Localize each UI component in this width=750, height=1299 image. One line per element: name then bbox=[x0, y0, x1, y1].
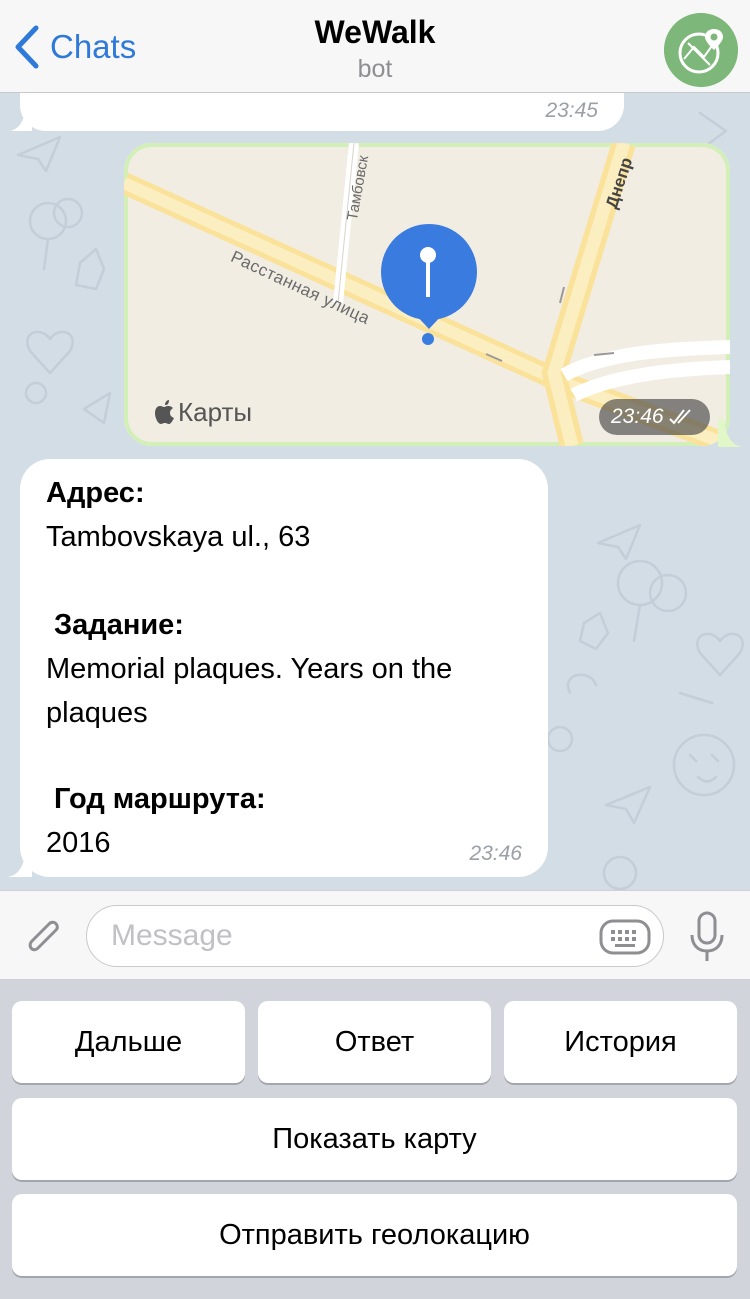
maps-attribution: Карты bbox=[154, 397, 252, 428]
year-label: Год маршрута: bbox=[54, 783, 266, 815]
task-label: Задание: bbox=[54, 609, 184, 641]
map-message-time: 23:46 bbox=[599, 399, 710, 435]
message-time: 23:46 bbox=[469, 842, 522, 865]
message-time: 23:45 bbox=[545, 99, 598, 122]
chat-subtitle: bot bbox=[357, 55, 393, 83]
show-map-button[interactable]: Показать карту bbox=[12, 1098, 737, 1180]
bubble-tail bbox=[718, 419, 742, 447]
task-value-line: plaques bbox=[46, 697, 148, 729]
map-pin-logo-icon bbox=[664, 13, 738, 87]
bot-reply-keyboard: Дальше Ответ История Показать карту Отпр… bbox=[0, 980, 750, 1299]
bubble-tail bbox=[10, 107, 32, 131]
attach-icon[interactable] bbox=[20, 913, 66, 959]
apple-logo-icon bbox=[155, 399, 174, 424]
bot-info-message-bubble[interactable]: Адрес: Tambovskaya ul., 63 Задание: Memo… bbox=[20, 459, 548, 877]
microphone-icon[interactable] bbox=[688, 911, 726, 963]
navigation-bar: Chats WeWalk bot bbox=[0, 0, 750, 93]
previous-message-bubble[interactable]: 23:45 bbox=[20, 93, 624, 131]
next-button[interactable]: Дальше bbox=[12, 1001, 245, 1083]
maps-label: Карты bbox=[178, 397, 253, 427]
bot-avatar[interactable] bbox=[664, 13, 738, 87]
task-value-line: Memorial plaques. Years on the bbox=[46, 653, 453, 685]
chat-area[interactable]: 23:45 Расстанная улица Тамбовск Днепр Ка… bbox=[0, 93, 750, 890]
message-input-bar: Message bbox=[0, 890, 750, 980]
message-input[interactable]: Message bbox=[86, 905, 664, 967]
double-check-icon bbox=[668, 409, 691, 425]
history-button[interactable]: История bbox=[504, 1001, 737, 1083]
year-value: 2016 bbox=[46, 827, 111, 859]
message-placeholder: Message bbox=[111, 919, 233, 952]
bubble-tail bbox=[8, 849, 32, 877]
message-time: 23:46 bbox=[611, 405, 664, 428]
answer-button[interactable]: Ответ bbox=[258, 1001, 491, 1083]
send-location-button[interactable]: Отправить геолокацию bbox=[12, 1194, 737, 1276]
keyboard-icon[interactable] bbox=[599, 917, 651, 957]
address-label: Адрес: bbox=[46, 477, 145, 509]
chat-title[interactable]: WeWalk bbox=[0, 14, 750, 51]
address-value: Tambovskaya ul., 63 bbox=[46, 521, 311, 553]
